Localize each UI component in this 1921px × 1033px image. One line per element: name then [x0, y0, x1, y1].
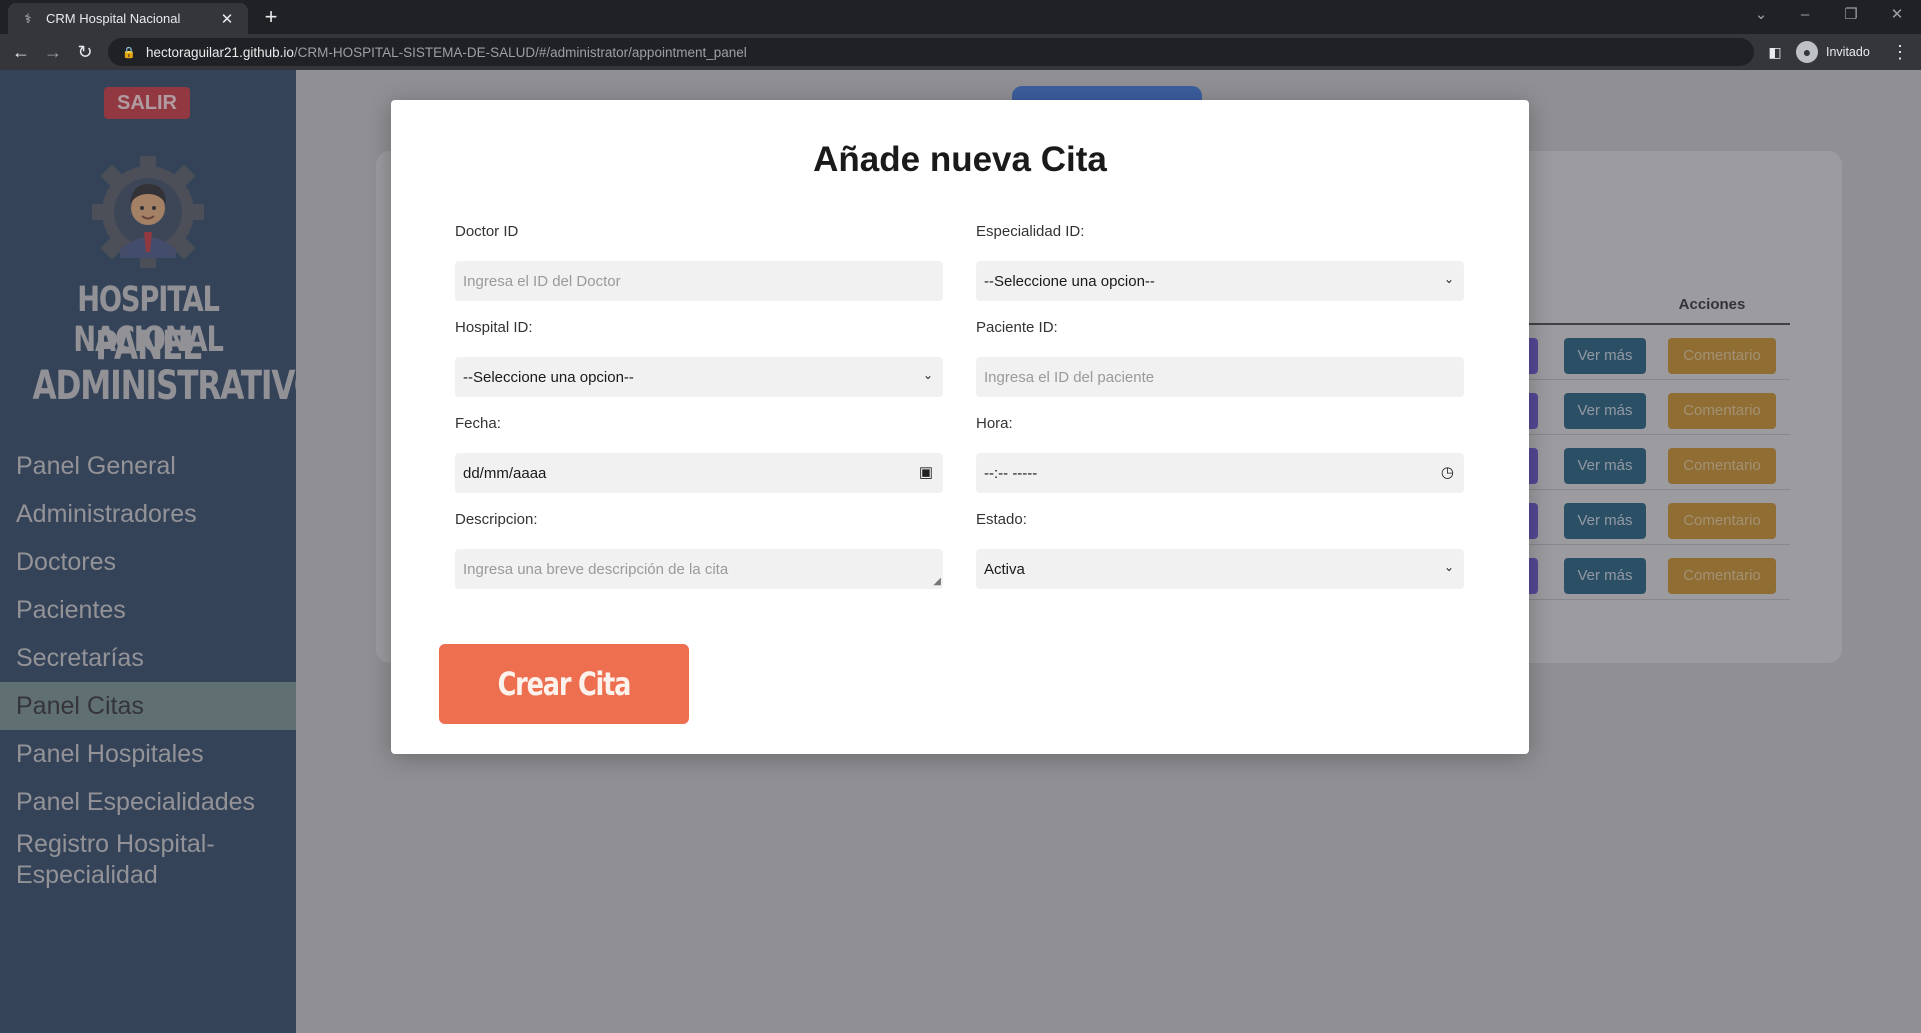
avatar-icon: ●: [1796, 41, 1818, 63]
especialidad-id-field-group: Especialidad ID: --Seleccione una opcion…: [976, 223, 1464, 301]
fecha-date-input[interactable]: dd/mm/aaaa ▣: [455, 453, 943, 493]
new-appointment-modal: Añade nueva Cita Doctor ID Ingresa el ID…: [391, 100, 1529, 754]
doctor-id-placeholder: Ingresa el ID del Doctor: [463, 272, 621, 290]
hora-value: --:-- -----: [984, 464, 1038, 482]
descripcion-label: Descripcion:: [455, 511, 538, 528]
url-path: /CRM-HOSPITAL-SISTEMA-DE-SALUD/#/adminis…: [293, 44, 747, 60]
hospital-id-value: --Seleccione una opcion--: [463, 368, 634, 386]
paciente-id-input[interactable]: Ingresa el ID del paciente: [976, 357, 1464, 397]
reload-icon[interactable]: ↻: [72, 39, 98, 65]
chevron-down-icon: ⌄: [1443, 560, 1454, 574]
page: SALIR HOSPITAL NACIONAL PANEL ADMINISTRA…: [0, 70, 1921, 1033]
new-tab-button[interactable]: +: [258, 5, 284, 31]
url-host: hectoraguilar21.github.io: [146, 44, 294, 60]
estado-value: Activa: [984, 560, 1025, 578]
fecha-label: Fecha:: [455, 415, 501, 432]
browser-tab[interactable]: ⚕ CRM Hospital Nacional ✕: [8, 3, 248, 34]
descripcion-placeholder: Ingresa una breve descripción de la cita: [463, 560, 729, 578]
especialidad-id-value: --Seleccione una opcion--: [984, 272, 1155, 290]
forward-arrow-icon[interactable]: →: [40, 39, 66, 65]
paciente-id-placeholder: Ingresa el ID del paciente: [984, 368, 1155, 386]
estado-field-group: Estado: Activa ⌄: [976, 511, 1464, 589]
paciente-id-field-group: Paciente ID: Ingresa el ID del paciente: [976, 319, 1464, 397]
address-bar[interactable]: 🔒 hectoraguilar21.github.io/CRM-HOSPITAL…: [108, 38, 1754, 66]
hospital-id-field-group: Hospital ID: --Seleccione una opcion-- ⌄: [455, 319, 943, 397]
fecha-value: dd/mm/aaaa: [463, 464, 547, 482]
back-arrow-icon[interactable]: ←: [8, 39, 34, 65]
doctor-id-field-group: Doctor ID Ingresa el ID del Doctor: [455, 223, 943, 301]
hora-time-input[interactable]: --:-- ----- ◷: [976, 453, 1464, 493]
browser-toolbar: ← → ↻ 🔒 hectoraguilar21.github.io/CRM-HO…: [0, 34, 1921, 70]
profile-button[interactable]: ● Invitado: [1796, 39, 1870, 65]
fecha-field-group: Fecha: dd/mm/aaaa ▣: [455, 415, 943, 493]
more-menu-icon[interactable]: ⋮: [1890, 39, 1910, 65]
resize-grip-icon[interactable]: ◢: [933, 576, 941, 587]
crear-cita-button[interactable]: Crear Cita: [439, 644, 689, 724]
restore-button[interactable]: ❐: [1828, 0, 1874, 34]
descripcion-textarea[interactable]: Ingresa una breve descripción de la cita…: [455, 549, 943, 589]
calendar-icon[interactable]: ▣: [919, 463, 933, 481]
crear-cita-label: Crear Cita: [497, 665, 632, 703]
chevron-down-icon: ⌄: [1443, 272, 1454, 286]
close-window-button[interactable]: ✕: [1874, 0, 1920, 34]
estado-select[interactable]: Activa ⌄: [976, 549, 1464, 589]
paciente-id-label: Paciente ID:: [976, 319, 1058, 336]
doctor-id-label: Doctor ID: [455, 223, 519, 240]
minimize-button[interactable]: –: [1782, 0, 1828, 34]
especialidad-id-select[interactable]: --Seleccione una opcion-- ⌄: [976, 261, 1464, 301]
browser-tabbar: ⚕ CRM Hospital Nacional ✕ + ⌄ – ❐ ✕: [0, 0, 1921, 34]
hospital-id-label: Hospital ID:: [455, 319, 533, 336]
chevron-down-icon: ⌄: [922, 368, 933, 382]
hora-field-group: Hora: --:-- ----- ◷: [976, 415, 1464, 493]
modal-title: Añade nueva Cita: [813, 140, 1107, 179]
especialidad-id-label: Especialidad ID:: [976, 223, 1085, 240]
lock-icon: 🔒: [122, 47, 136, 59]
hora-label: Hora:: [976, 415, 1013, 432]
descripcion-field-group: Descripcion: Ingresa una breve descripci…: [455, 511, 943, 589]
profile-label: Invitado: [1826, 45, 1870, 59]
caduceus-icon: ⚕: [24, 10, 32, 26]
side-panel-icon[interactable]: ◧: [1765, 42, 1785, 62]
clock-icon[interactable]: ◷: [1441, 463, 1454, 481]
doctor-id-input[interactable]: Ingresa el ID del Doctor: [455, 261, 943, 301]
hospital-id-select[interactable]: --Seleccione una opcion-- ⌄: [455, 357, 943, 397]
tab-title: CRM Hospital Nacional: [46, 11, 181, 26]
tab-search-icon[interactable]: ⌄: [1738, 0, 1784, 34]
estado-label: Estado:: [976, 511, 1027, 528]
close-tab-icon[interactable]: ✕: [218, 10, 236, 28]
